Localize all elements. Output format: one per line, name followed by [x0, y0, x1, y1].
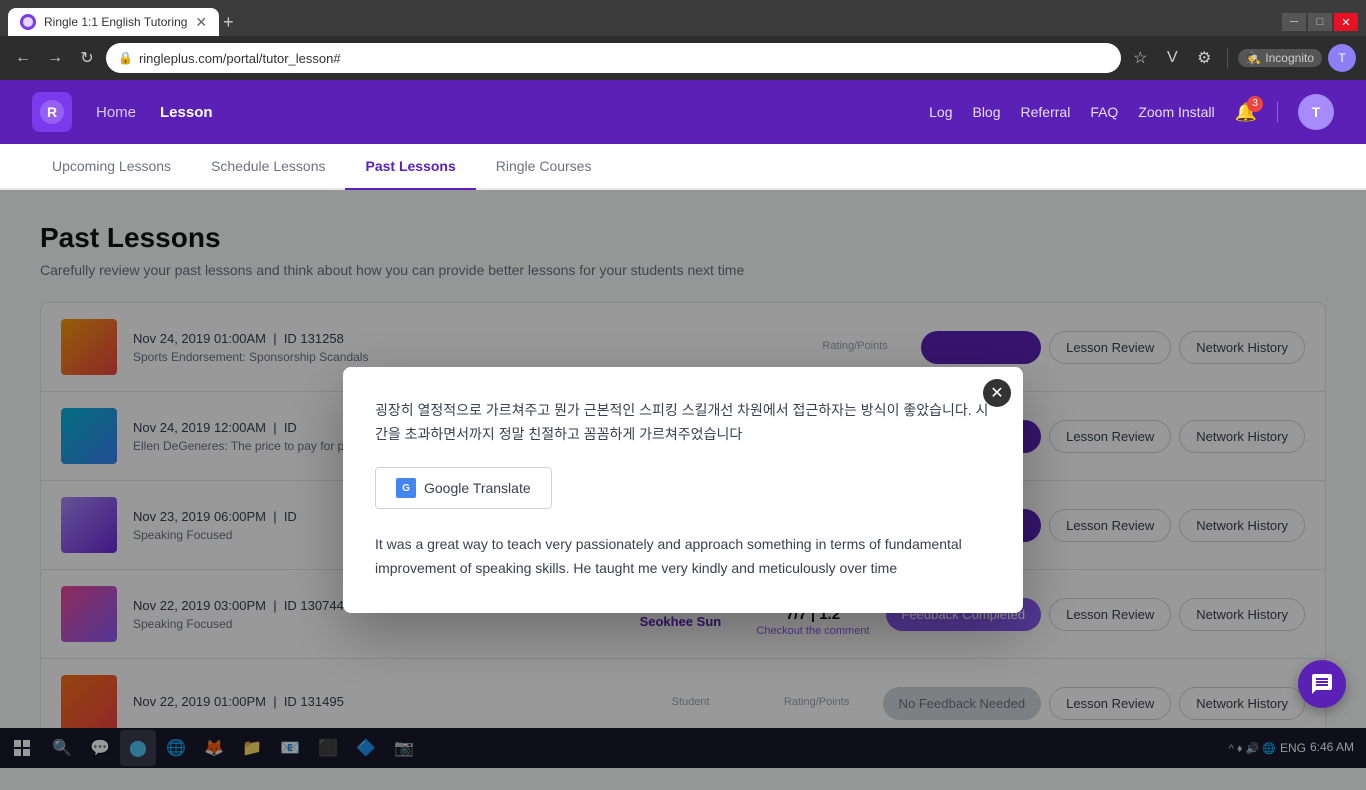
lock-icon: 🔒 [118, 51, 133, 65]
tab-schedule[interactable]: Schedule Lessons [191, 144, 345, 190]
bookmark-icon[interactable]: ☆ [1127, 45, 1153, 71]
tab-title: Ringle 1:1 English Tutoring [44, 15, 187, 29]
tab-close-button[interactable]: ✕ [195, 14, 207, 31]
modal-korean-text: 굉장히 열정적으로 가르쳐주고 뭔가 근본적인 스피킹 스킬개선 차원에서 접근… [375, 399, 991, 447]
app-logo: R [32, 92, 72, 132]
notification-badge: 3 [1247, 96, 1263, 112]
tab-courses[interactable]: Ringle Courses [476, 144, 612, 190]
user-avatar[interactable]: T [1298, 94, 1334, 130]
modal-close-button[interactable]: ✕ [983, 379, 1011, 407]
close-button[interactable]: ✕ [1334, 13, 1358, 31]
main-content: Past Lessons Carefully review your past … [0, 190, 1366, 790]
maximize-button[interactable]: □ [1308, 13, 1332, 31]
feedback-modal: ✕ 굉장히 열정적으로 가르쳐주고 뭔가 근본적인 스피킹 스킬개선 차원에서 … [343, 367, 1023, 612]
address-bar[interactable]: 🔒 ringleplus.com/portal/tutor_lesson# [106, 43, 1121, 73]
nav-lesson[interactable]: Lesson [160, 104, 213, 121]
notification-button[interactable]: 🔔 3 [1235, 102, 1257, 123]
tab-upcoming[interactable]: Upcoming Lessons [32, 144, 191, 190]
new-tab-button[interactable]: + [223, 12, 234, 33]
tab-favicon [20, 14, 36, 30]
modal-overlay[interactable]: ✕ 굉장히 열정적으로 가르쳐주고 뭔가 근본적인 스피킹 스킬개선 차원에서 … [0, 190, 1366, 790]
extensions-icon[interactable]: ⚙ [1191, 45, 1217, 71]
svg-text:R: R [47, 104, 57, 120]
tab-past[interactable]: Past Lessons [345, 144, 475, 190]
vivaldi-icon[interactable]: V [1159, 45, 1185, 71]
modal-english-text: It was a great way to teach very passion… [375, 533, 991, 581]
nav-faq[interactable]: FAQ [1090, 104, 1118, 120]
minimize-button[interactable]: ─ [1282, 13, 1306, 31]
forward-button[interactable]: → [42, 45, 68, 71]
back-button[interactable]: ← [10, 45, 36, 71]
incognito-indicator: 🕵 Incognito [1238, 49, 1322, 67]
google-translate-icon: G [396, 478, 416, 498]
lesson-tabs: Upcoming Lessons Schedule Lessons Past L… [0, 144, 1366, 190]
profile-button[interactable]: T [1328, 44, 1356, 72]
nav-home[interactable]: Home [96, 104, 136, 121]
google-translate-button[interactable]: G Google Translate [375, 467, 552, 509]
nav-zoom-install[interactable]: Zoom Install [1138, 104, 1214, 120]
nav-log[interactable]: Log [929, 104, 952, 120]
nav-referral[interactable]: Referral [1021, 104, 1071, 120]
chat-fab-button[interactable] [1298, 660, 1346, 708]
reload-button[interactable]: ↻ [74, 45, 100, 71]
address-text: ringleplus.com/portal/tutor_lesson# [139, 51, 1109, 66]
nav-blog[interactable]: Blog [972, 104, 1000, 120]
